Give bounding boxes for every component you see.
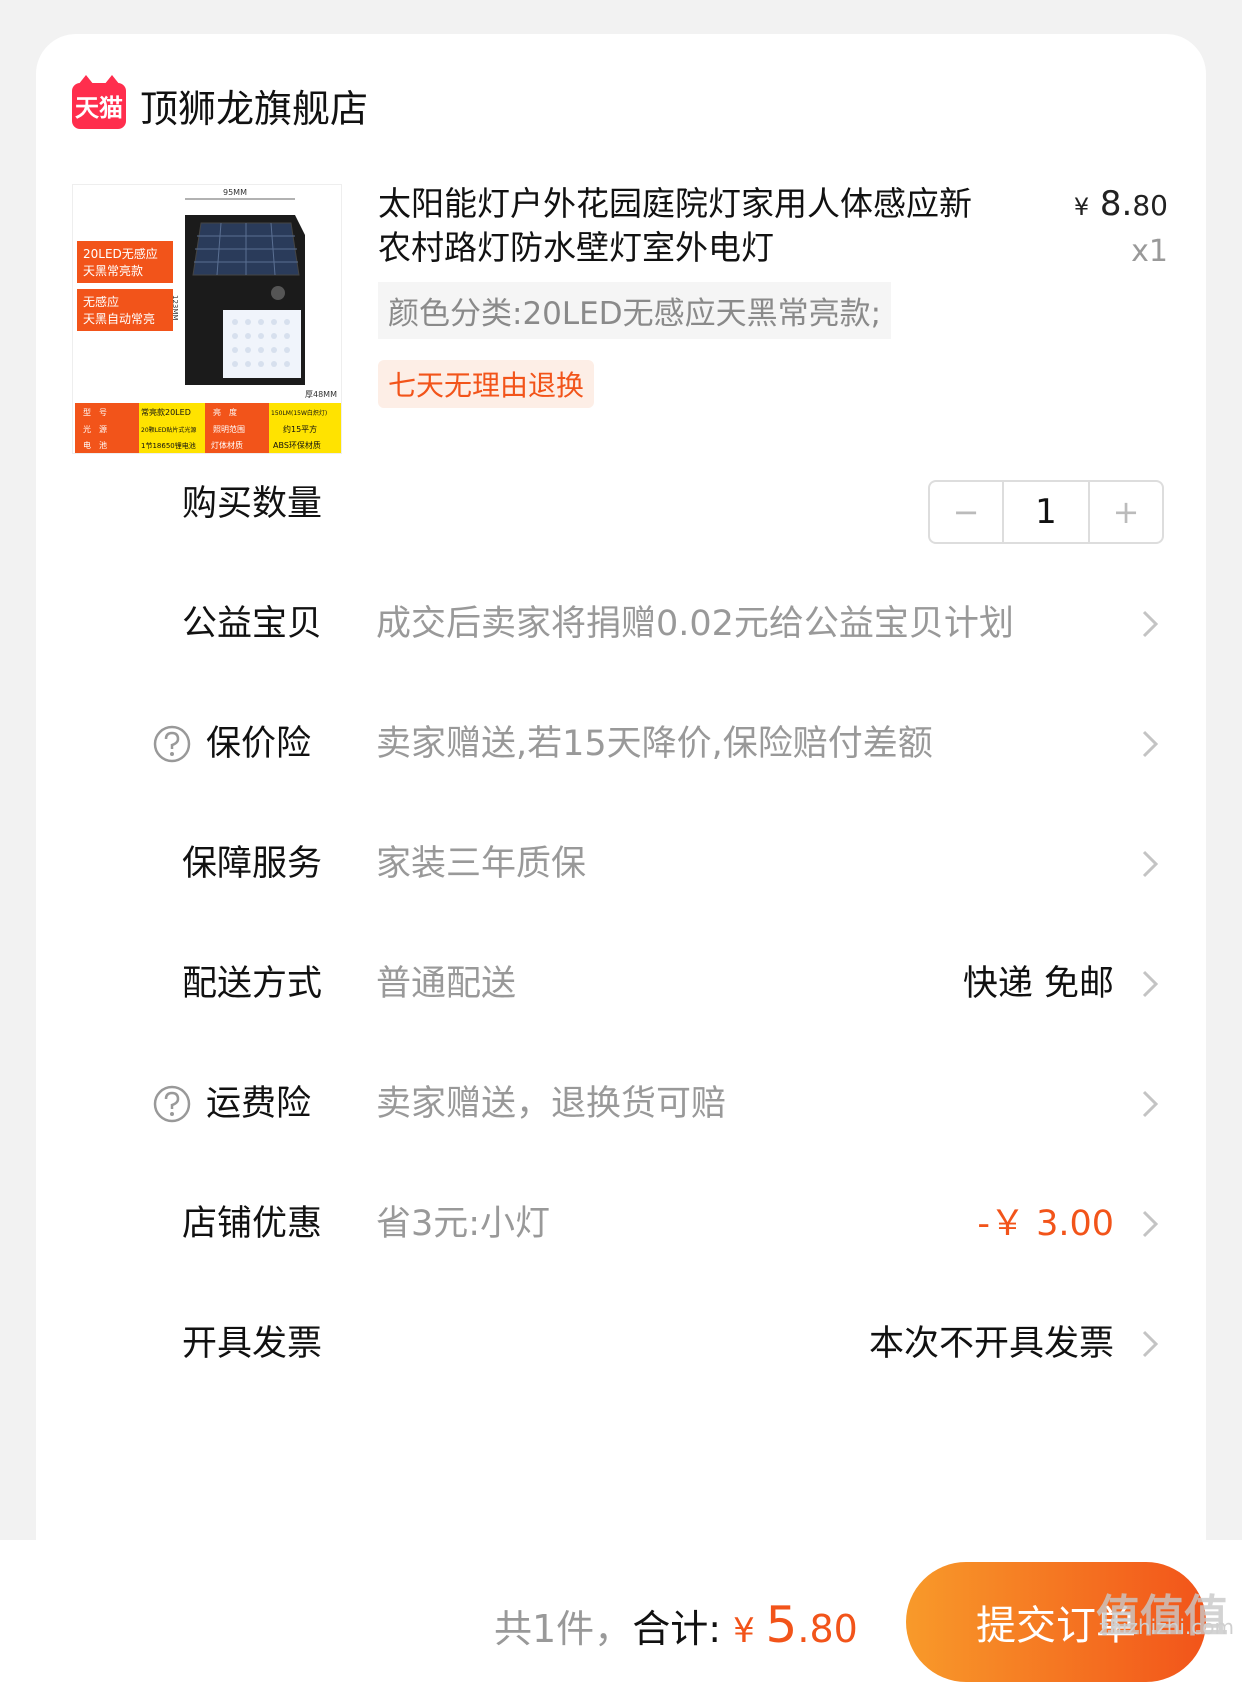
order-summary: 共1件，合计: ¥ 5.80: [494, 1596, 858, 1654]
chevron-right-icon: [1142, 970, 1159, 998]
decrease-button[interactable]: −: [930, 482, 1002, 542]
quantity-row: 购买数量 − 1 +: [36, 474, 1206, 544]
charity-value: 成交后卖家将捐赠0.02元给公益宝贝计划: [376, 604, 1014, 644]
shop-discount-value: 省3元:小灯: [376, 1204, 551, 1244]
quantity-value[interactable]: 1: [1002, 482, 1090, 542]
price-dec: 80: [1132, 189, 1168, 222]
delivery-method: 快递 免邮: [962, 964, 1114, 1004]
chevron-right-icon: [1142, 1210, 1159, 1238]
checkout-bar: 共1件，合计: ¥ 5.80 提交订单: [0, 1540, 1242, 1699]
shipping-insurance-label: 运费险: [206, 1084, 312, 1124]
question-icon[interactable]: [152, 1084, 192, 1124]
label-1-text: 20LED无感应: [83, 246, 158, 261]
total-currency: ¥: [733, 1611, 766, 1651]
increase-button[interactable]: +: [1090, 482, 1162, 542]
delivery-label: 配送方式: [182, 964, 323, 1004]
spec-cell: 型 号: [83, 408, 107, 417]
total-amount: ¥ 5.80: [733, 1596, 858, 1654]
spec-cell: 电 池: [83, 440, 107, 450]
shop-discount-amount: -￥ 3.00: [977, 1204, 1114, 1244]
spec-cell: 照明范围: [213, 424, 245, 434]
spec-cell: 灯体材质: [211, 440, 243, 450]
quantity-stepper[interactable]: − 1 +: [928, 480, 1164, 544]
shipping-insurance-value: 卖家赠送，退换货可赔: [376, 1084, 727, 1124]
label-1b-text: 天黑常亮款: [83, 263, 143, 278]
dim-width-text: 95MM: [223, 188, 247, 197]
product-image[interactable]: 95MM 123MM 厚48MM 20LED无感应 天黑常亮款 无感应 天黑自动…: [72, 184, 342, 454]
tmall-logo-text: 天猫: [75, 94, 123, 122]
spec-cell: 常亮款20LED: [141, 407, 191, 417]
price-protect-row[interactable]: 保价险 卖家赠送,若15天降价,保险赔付差额: [36, 714, 1206, 774]
spec-cell: 光 源: [83, 424, 107, 434]
price-protect-label: 保价险: [206, 724, 312, 764]
price-int: 8.: [1099, 184, 1133, 224]
sku-spec: 颜色分类:20LED无感应天黑常亮款;: [378, 282, 892, 339]
item-count: 共1件，: [494, 1607, 633, 1651]
chevron-right-icon: [1142, 730, 1159, 758]
total-dec: .80: [797, 1607, 858, 1651]
total-int: 5: [765, 1596, 798, 1654]
product-price: ¥ 8.80: [1074, 184, 1168, 224]
charity-label: 公益宝贝: [182, 604, 323, 644]
price-protect-value: 卖家赠送,若15天降价,保险赔付差额: [376, 724, 933, 764]
total-label: 合计:: [632, 1607, 721, 1651]
chevron-right-icon: [1142, 1330, 1159, 1358]
delivery-row[interactable]: 配送方式 普通配送 快递 免邮: [36, 954, 1206, 1014]
spec-cell: 1节18650锂电池: [141, 441, 196, 450]
shop-discount-label: 店铺优惠: [182, 1204, 323, 1244]
invoice-row[interactable]: 开具发票 本次不开具发票: [36, 1314, 1206, 1374]
service-label: 保障服务: [182, 844, 323, 884]
label-2-text: 无感应: [83, 294, 119, 309]
spec-cell: 亮 度: [213, 407, 237, 417]
spec-cell: ABS环保材质: [273, 440, 321, 450]
spec-cell: 150LM(15W白炽灯): [271, 409, 327, 417]
quantity-label: 购买数量: [182, 484, 323, 524]
shop-name[interactable]: 顶狮龙旗舰店: [140, 78, 368, 133]
shop-header[interactable]: 天猫 顶狮龙旗舰店: [72, 74, 368, 133]
charity-row[interactable]: 公益宝贝 成交后卖家将捐赠0.02元给公益宝贝计划: [36, 594, 1206, 654]
invoice-label: 开具发票: [182, 1324, 323, 1364]
chevron-right-icon: [1142, 1090, 1159, 1118]
spec-cell: 约15平方: [283, 424, 317, 434]
watermark-url: zhizhizhi.com: [1098, 1615, 1234, 1639]
product-quantity-mark: x1: [1131, 234, 1168, 269]
chevron-right-icon: [1142, 610, 1159, 638]
shipping-insurance-row[interactable]: 运费险 卖家赠送，退换货可赔: [36, 1074, 1206, 1134]
invoice-status: 本次不开具发票: [868, 1324, 1114, 1364]
shop-discount-row[interactable]: 店铺优惠 省3元:小灯 -￥ 3.00: [36, 1194, 1206, 1254]
return-policy-badge: 七天无理由退换: [378, 360, 595, 408]
tmall-logo: 天猫: [72, 74, 126, 129]
service-row[interactable]: 保障服务 家装三年质保: [36, 834, 1206, 894]
dim-depth-text: 厚48MM: [305, 390, 337, 399]
delivery-value: 普通配送: [376, 964, 517, 1004]
product-title[interactable]: 太阳能灯户外花园庭院灯家用人体感应新农村路灯防水壁灯室外电灯: [378, 182, 978, 270]
order-card: 天猫 顶狮龙旗舰店 95MM 123MM 厚48MM 20LED无感应 天黑常亮…: [36, 34, 1206, 1594]
solar-lamp-illustration: 95MM 123MM 厚48MM 20LED无感应 天黑常亮款 无感应 天黑自动…: [73, 185, 341, 453]
label-2b-text: 天黑自动常亮: [83, 311, 155, 326]
service-value: 家装三年质保: [376, 844, 587, 884]
price-currency: ¥: [1073, 193, 1090, 221]
chevron-right-icon: [1142, 850, 1159, 878]
question-icon[interactable]: [152, 724, 192, 764]
spec-cell: 20颗LED贴片式光源: [141, 426, 196, 434]
